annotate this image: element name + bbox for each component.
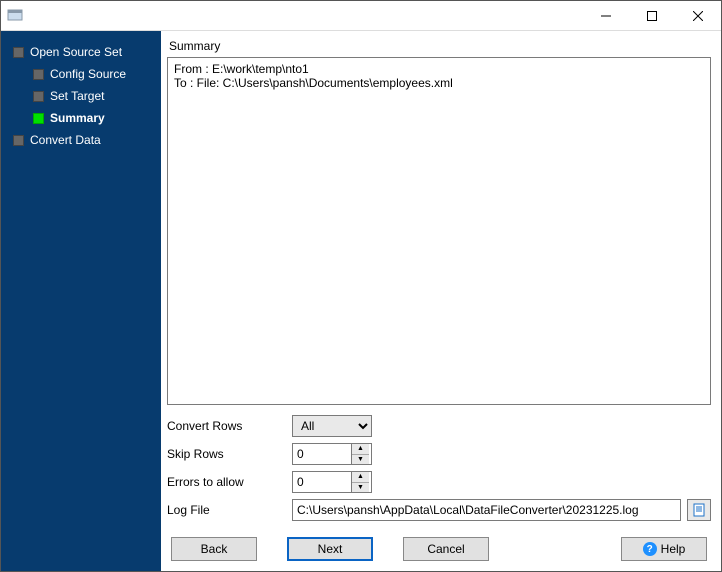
maximize-button[interactable] bbox=[629, 1, 675, 31]
browse-log-button[interactable] bbox=[687, 499, 711, 521]
title-bar bbox=[1, 1, 721, 31]
log-file-label: Log File bbox=[167, 503, 292, 517]
sidebar-item-config-source[interactable]: Config Source bbox=[5, 63, 157, 85]
convert-rows-label: Convert Rows bbox=[167, 419, 292, 433]
skip-rows-spinner[interactable]: ▲ ▼ bbox=[292, 443, 372, 465]
sidebar-item-label: Convert Data bbox=[30, 133, 101, 147]
help-icon: ? bbox=[643, 542, 657, 556]
log-file-input[interactable] bbox=[292, 499, 681, 521]
help-button[interactable]: ? Help bbox=[621, 537, 707, 561]
node-icon bbox=[13, 47, 24, 58]
errors-label: Errors to allow bbox=[167, 475, 292, 489]
sidebar-item-open-source-set[interactable]: Open Source Set bbox=[5, 41, 157, 63]
options-form: Convert Rows All Skip Rows ▲ ▼ Errors to… bbox=[167, 415, 711, 521]
spin-up-button[interactable]: ▲ bbox=[352, 444, 369, 455]
sidebar-item-set-target[interactable]: Set Target bbox=[5, 85, 157, 107]
close-button[interactable] bbox=[675, 1, 721, 31]
node-icon bbox=[13, 135, 24, 146]
spin-down-button[interactable]: ▼ bbox=[352, 455, 369, 465]
summary-textarea[interactable]: From : E:\work\temp\nto1 To : File: C:\U… bbox=[167, 57, 711, 405]
minimize-button[interactable] bbox=[583, 1, 629, 31]
node-icon bbox=[33, 91, 44, 102]
help-button-label: Help bbox=[661, 542, 686, 556]
summary-section-label: Summary bbox=[169, 39, 711, 53]
app-icon bbox=[7, 7, 23, 23]
sidebar-item-label: Summary bbox=[50, 111, 105, 125]
next-button[interactable]: Next bbox=[287, 537, 373, 561]
spin-down-button[interactable]: ▼ bbox=[352, 483, 369, 493]
spin-up-button[interactable]: ▲ bbox=[352, 472, 369, 483]
wizard-button-row: Back Next Cancel ? Help bbox=[167, 537, 711, 565]
document-icon bbox=[692, 503, 706, 517]
sidebar-item-label: Config Source bbox=[50, 67, 126, 81]
node-icon-active bbox=[33, 113, 44, 124]
sidebar-item-convert-data[interactable]: Convert Data bbox=[5, 129, 157, 151]
errors-input[interactable] bbox=[293, 472, 351, 492]
back-button[interactable]: Back bbox=[171, 537, 257, 561]
cancel-button[interactable]: Cancel bbox=[403, 537, 489, 561]
errors-spinner[interactable]: ▲ ▼ bbox=[292, 471, 372, 493]
skip-rows-label: Skip Rows bbox=[167, 447, 292, 461]
sidebar-item-label: Open Source Set bbox=[30, 45, 122, 59]
convert-rows-select[interactable]: All bbox=[292, 415, 372, 437]
main-panel: Summary From : E:\work\temp\nto1 To : Fi… bbox=[161, 31, 721, 571]
sidebar-item-label: Set Target bbox=[50, 89, 104, 103]
node-icon bbox=[33, 69, 44, 80]
sidebar-item-summary[interactable]: Summary bbox=[5, 107, 157, 129]
skip-rows-input[interactable] bbox=[293, 444, 351, 464]
wizard-sidebar: Open Source Set Config Source Set Target… bbox=[1, 31, 161, 571]
